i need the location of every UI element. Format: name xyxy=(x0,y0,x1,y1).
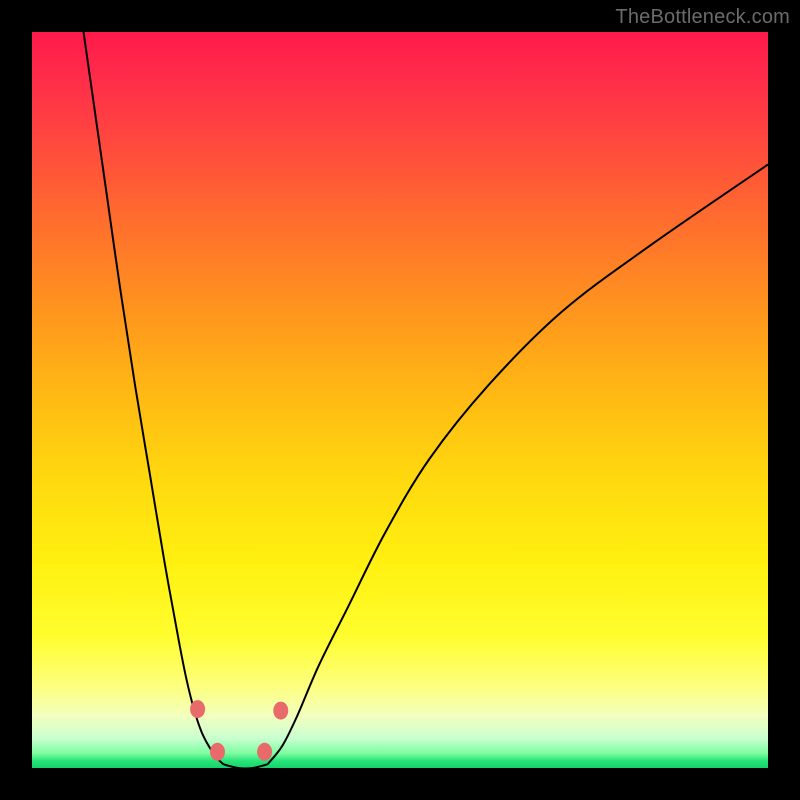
left-curve xyxy=(84,32,224,764)
watermark-text: TheBottleneck.com xyxy=(615,6,790,29)
curve-layer xyxy=(32,32,768,768)
plot-area xyxy=(32,32,768,768)
chart-frame: TheBottleneck.com xyxy=(0,0,800,800)
marker-dot xyxy=(190,700,205,718)
marker-dot xyxy=(210,743,225,761)
marker-dot xyxy=(257,743,272,761)
valley-floor xyxy=(223,764,267,768)
marker-dot xyxy=(273,702,288,720)
right-curve xyxy=(268,164,768,764)
